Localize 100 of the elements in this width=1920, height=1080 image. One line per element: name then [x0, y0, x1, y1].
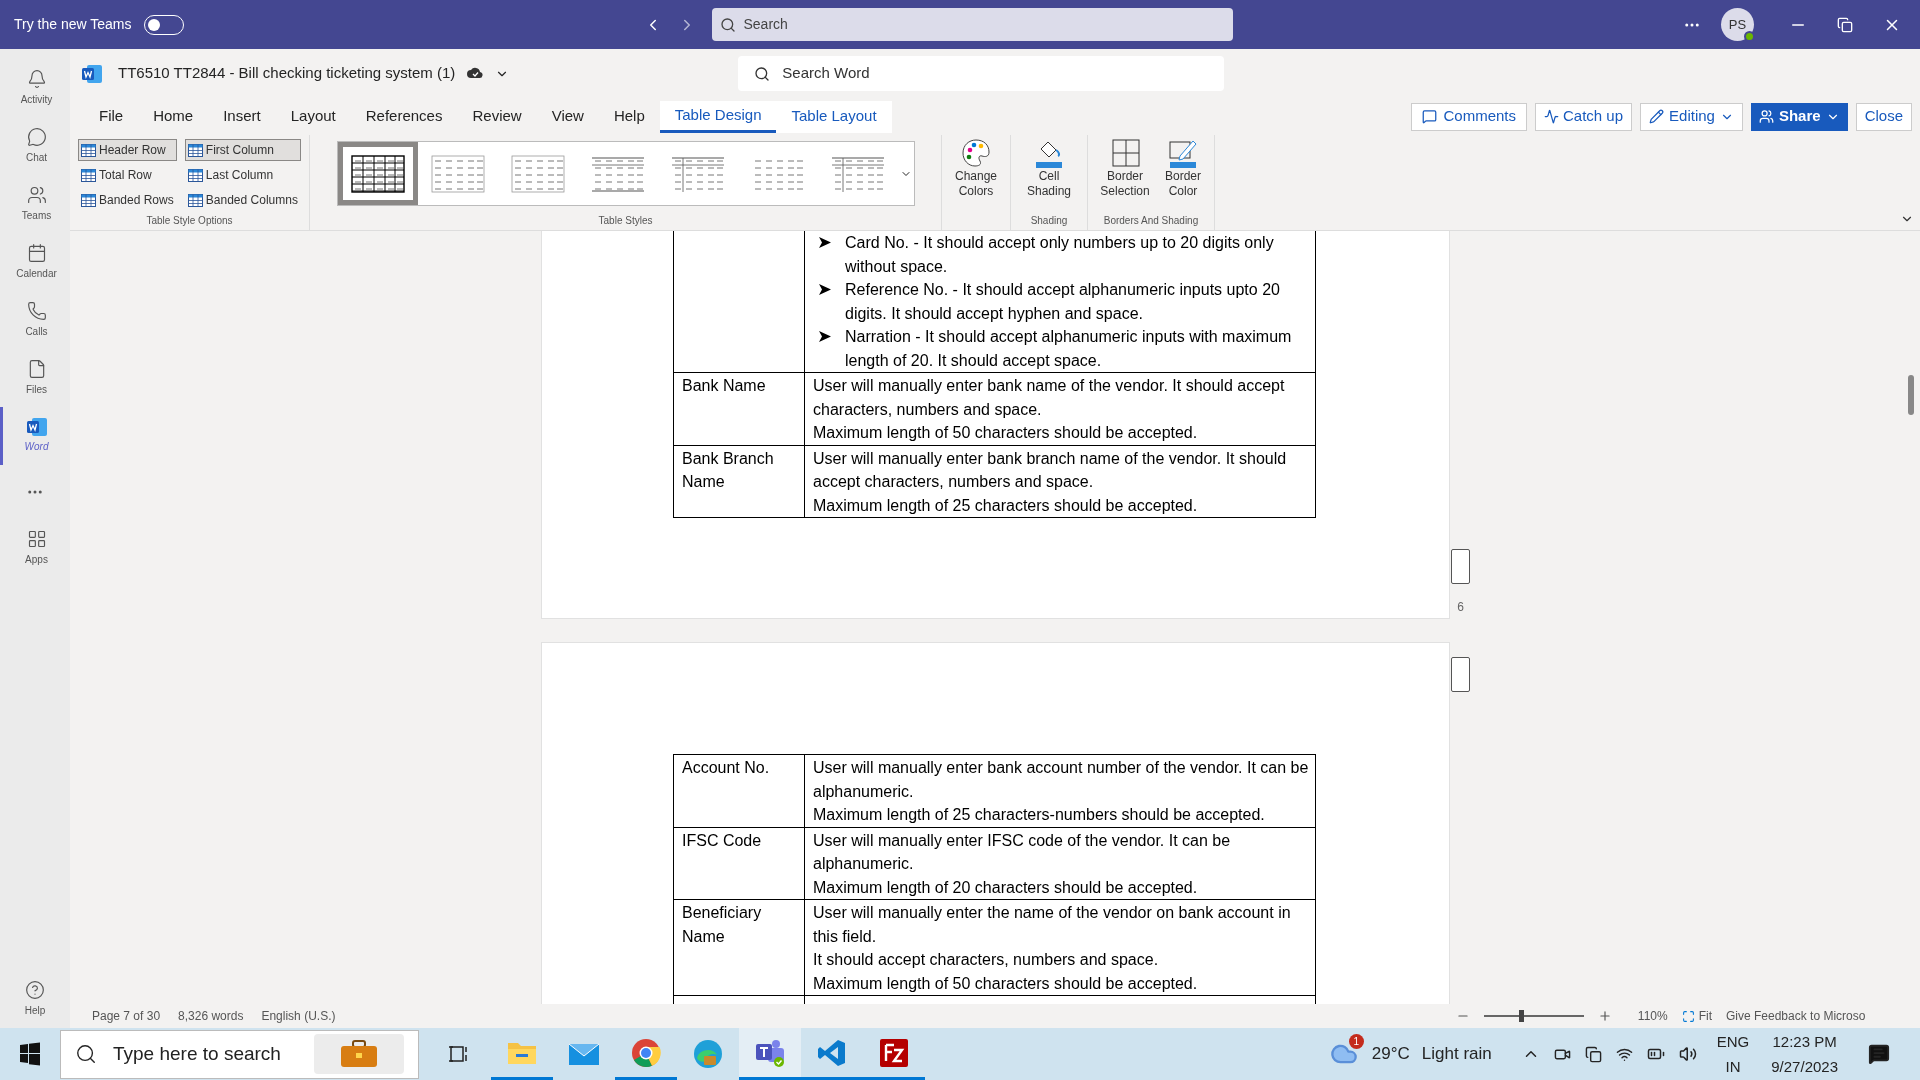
arrow-bullet-icon [819, 284, 831, 295]
zoom-slider[interactable] [1483, 1010, 1584, 1022]
ribbon-tab[interactable]: Home [138, 100, 209, 133]
code-editor-icon[interactable] [817, 1037, 847, 1068]
clock-date[interactable]: 9/27/2023 [1771, 1054, 1838, 1079]
cell-paragraph: User will manually enter bank name of the vendor. It should accept characters, numbers and space. [813, 376, 1286, 420]
search-field[interactable]: Search [711, 8, 1233, 41]
rail-item[interactable]: Chat [0, 117, 70, 175]
notification-badge: 1 [1348, 1034, 1364, 1049]
change-colors-button[interactable]: Change Colors [950, 137, 1002, 199]
search-icon [75, 1043, 97, 1065]
style-option-toggle[interactable]: First Column [184, 139, 301, 161]
feedback-link[interactable]: Give Feedback to Microso [1726, 1007, 1898, 1025]
table-style-thumbnail[interactable] [337, 142, 418, 205]
taskbar-search-field[interactable]: Type here to search [60, 1029, 419, 1079]
share-button[interactable]: Share [1750, 102, 1848, 131]
clock-time[interactable]: 12:23 PM [1772, 1029, 1837, 1054]
ribbon-tab[interactable]: Table Layout [776, 100, 892, 133]
style-option-toggle[interactable]: Banded Rows [78, 189, 177, 211]
search-icon [719, 16, 736, 33]
ribbon-tab[interactable]: Layout [275, 100, 351, 133]
cell-paragraph: Maximum length of 20 characters should be accepted. [813, 877, 1199, 898]
style-option-toggle[interactable]: Last Column [184, 164, 301, 186]
group-label: Borders And Shading [1103, 214, 1199, 228]
style-option-toggle[interactable]: Banded Columns [184, 189, 301, 211]
cell-paragraph: User will manually enter IFSC code of the vendor. It can be alphanumeric. [813, 830, 1232, 874]
input-region[interactable]: IN [1725, 1054, 1741, 1079]
zoom-percent[interactable]: 110% [1637, 1007, 1668, 1025]
temperature: 29°C [1371, 1043, 1410, 1066]
table-grid-icon [81, 193, 96, 207]
group-label: Table Style Options [145, 214, 234, 228]
zoom-thumb[interactable] [1518, 1010, 1524, 1022]
ribbon-tab[interactable]: Insert [208, 100, 276, 133]
style-option-toggle[interactable]: Total Row [78, 164, 177, 186]
rail-icon [26, 529, 47, 549]
ribbon-tab[interactable]: Help [598, 100, 660, 133]
cell-paragraph: Maximum length of 25 characters should be accepted. [813, 495, 1199, 516]
ribbon-tab[interactable]: Table Design [659, 100, 777, 133]
briefcase-icon [340, 1040, 378, 1068]
close-button[interactable]: Close [1855, 102, 1912, 131]
ribbon-tab[interactable]: References [350, 100, 458, 133]
ribbon-tab[interactable]: File [84, 100, 139, 133]
arrow-bullet-icon [819, 331, 831, 342]
input-language[interactable]: ENG [1716, 1029, 1750, 1054]
notifications-icon[interactable] [1868, 1043, 1890, 1065]
pulse-icon [1544, 109, 1559, 124]
teams-icon[interactable] [754, 1037, 786, 1068]
cell-shading-button[interactable]: Cell Shading [1019, 137, 1079, 199]
volume-icon[interactable] [1678, 1045, 1697, 1063]
scrollbar-thumb[interactable] [1908, 375, 1914, 415]
rail-item[interactable]: Activity [0, 59, 70, 117]
restore-icon[interactable] [1837, 16, 1853, 33]
cell-paragraph: It should accept characters, numbers and space. [813, 950, 1160, 970]
catch-up-button[interactable]: Catch up [1535, 102, 1633, 131]
rail-icon [26, 301, 47, 321]
rail-item[interactable]: Calls [0, 291, 70, 349]
rail-item[interactable]: Teams [0, 175, 70, 233]
word-count: 8,326 words [178, 1008, 244, 1025]
table-grid-icon [187, 143, 203, 157]
search-icon [754, 65, 771, 82]
word-icon [26, 418, 47, 436]
table-grid-icon [81, 168, 96, 182]
search-field[interactable]: Search Word [738, 56, 1225, 91]
chrome-icon[interactable] [631, 1037, 661, 1068]
saved-status-icon [467, 66, 484, 81]
zoom-in-icon[interactable] [1597, 1009, 1612, 1023]
cell-paragraph: Maximum length of 50 characters should be accepted. [813, 973, 1199, 994]
rail-item[interactable]: Apps [0, 519, 70, 577]
ftp-client-icon[interactable] [879, 1037, 909, 1068]
weather-condition: Light rain [1421, 1043, 1492, 1066]
border-selection-button[interactable]: Border Selection [1094, 137, 1156, 199]
bullet-text: Narration - It should accept alphanumeric inputs with maximum length of 20. It should accept space. [845, 327, 1293, 371]
rail-icon [26, 69, 47, 89]
editing-button[interactable]: Editing [1640, 102, 1743, 131]
fit-icon[interactable] [1681, 1009, 1695, 1023]
border-color-button[interactable]: Border Color [1158, 137, 1208, 199]
rail-icon [26, 185, 47, 205]
pencil-icon [1649, 109, 1665, 124]
avatar[interactable]: PS [1721, 8, 1754, 41]
arrow-bullet-icon [819, 237, 831, 248]
rail-item[interactable]: Calendar [0, 233, 70, 291]
page-count: Page 7 of 30 [92, 1008, 161, 1025]
ribbon-tab[interactable]: Review [457, 100, 537, 133]
cell-paragraph: User will manually enter bank account number of the vendor. It can be alphanumeric. [813, 758, 1310, 802]
comments-button[interactable]: Comments [1411, 102, 1527, 131]
language-status: English (U.S.) [261, 1008, 336, 1025]
help-icon [25, 980, 45, 1000]
borders-icon [1109, 137, 1141, 169]
ribbon-tab[interactable]: View [536, 100, 599, 133]
sync-icon[interactable] [1584, 1045, 1602, 1063]
bullet-text: Card No. - It should accept only numbers up to 20 digits only without space. [845, 233, 1275, 277]
mail-icon[interactable] [568, 1041, 600, 1067]
palette-icon [960, 137, 992, 169]
rail-item[interactable]: Files [0, 349, 70, 407]
cell-paragraph: Maximum length of 25 characters-numbers should be accepted. [813, 805, 1266, 825]
help-item[interactable]: Help [0, 974, 70, 1024]
style-option-toggle[interactable]: Header Row [78, 139, 177, 161]
table-grid-icon [81, 143, 96, 157]
fit-label[interactable]: Fit [1698, 1007, 1712, 1025]
table-grid-icon [187, 168, 203, 182]
